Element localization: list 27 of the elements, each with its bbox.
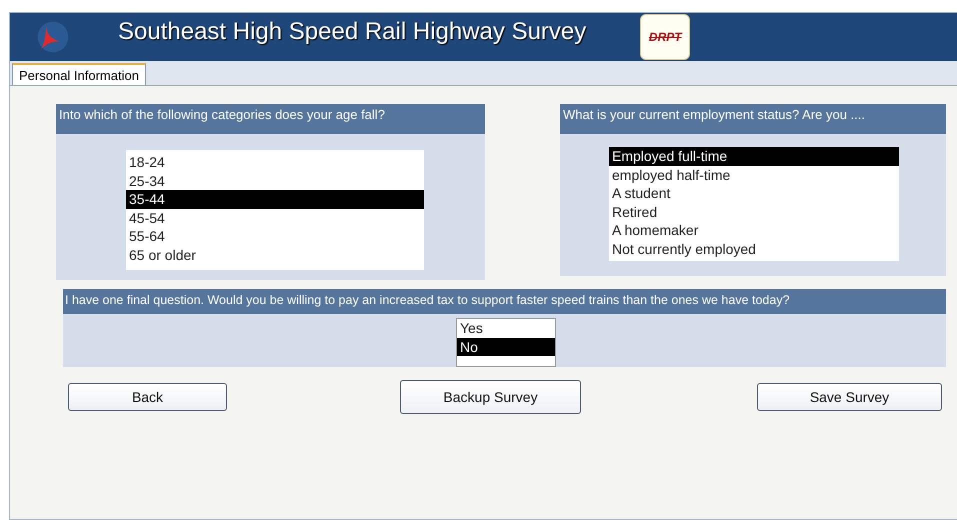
- list-option[interactable]: No: [457, 338, 555, 356]
- list-option[interactable]: 45-54: [126, 208, 424, 227]
- options-listbox[interactable]: Yes No: [456, 318, 556, 367]
- list-option[interactable]: Retired: [609, 202, 899, 221]
- list-option[interactable]: Employed full-time: [609, 147, 899, 166]
- list-option[interactable]: 35-44: [126, 190, 424, 208]
- question-text: Into which of the following categories does your age fall?: [56, 104, 485, 134]
- options-listbox[interactable]: 18-24 25-34 35-44 45-54 55-64 65 or older: [126, 150, 424, 270]
- list-option[interactable]: 65 or older: [126, 246, 424, 264]
- question-text: What is your current employment status? Are you ....: [560, 104, 946, 134]
- list-option[interactable]: employed half-time: [609, 166, 899, 184]
- action-button[interactable]: Backup Survey: [400, 380, 581, 414]
- list-option[interactable]: 55-64: [126, 227, 424, 246]
- list-option[interactable]: A student: [609, 184, 899, 202]
- swirl-logo-icon: [36, 20, 70, 54]
- list-option[interactable]: 18-24: [126, 153, 424, 172]
- action-button[interactable]: Save Survey: [757, 383, 942, 411]
- list-option[interactable]: 25-34: [126, 172, 424, 190]
- agency-logo: DRPT: [640, 14, 690, 60]
- app-title: Southeast High Speed Rail Highway Survey: [118, 18, 586, 46]
- list-option[interactable]: A homemaker: [609, 221, 899, 240]
- options-listbox[interactable]: Employed full-time employed half-time A student Retired A homemaker Not currently employed: [609, 147, 899, 261]
- question-text: I have one final question. Would you be willing to pay an increased tax to support faster speed trains than the ones we have today?: [63, 289, 946, 314]
- list-option[interactable]: Not currently employed: [609, 240, 899, 258]
- list-option[interactable]: Yes: [457, 319, 555, 338]
- action-button[interactable]: Back: [68, 383, 227, 411]
- tab[interactable]: Personal Information: [12, 63, 146, 85]
